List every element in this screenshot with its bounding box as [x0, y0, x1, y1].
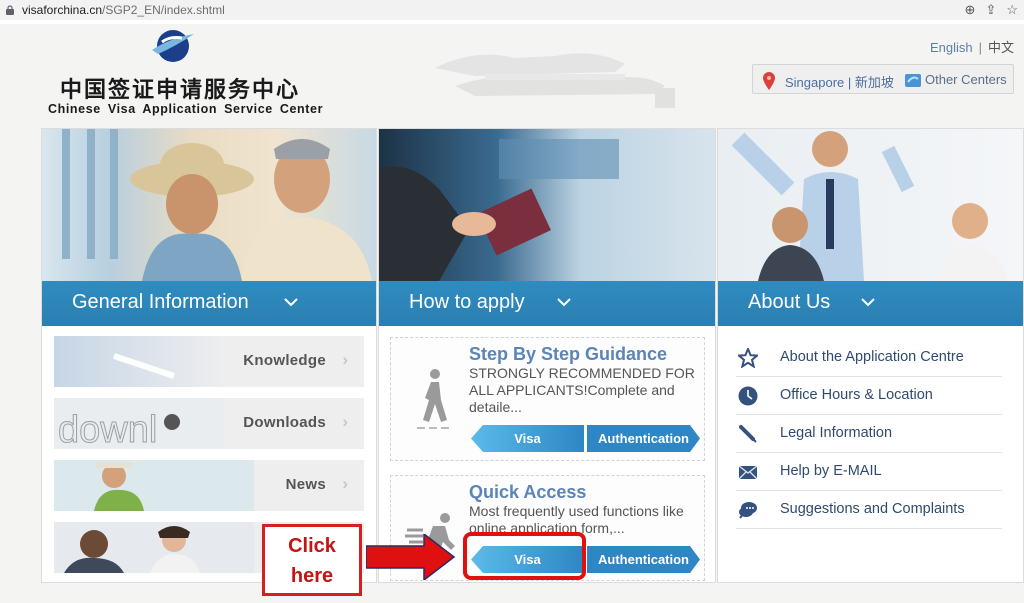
- lang-english-link[interactable]: English: [930, 40, 973, 55]
- general-information-title: General Information: [72, 291, 249, 313]
- knowledge-thumbnail: [54, 336, 224, 387]
- zoom-icon[interactable]: ⊕: [965, 2, 976, 18]
- about-us-title: About Us: [748, 291, 831, 313]
- about-us-tab[interactable]: About Us: [718, 281, 1023, 326]
- refresh-globe-icon: [905, 74, 921, 87]
- about-us-panel: About Us About the Application Centre Of…: [717, 128, 1024, 583]
- visa-label: Visa: [514, 431, 541, 446]
- share-icon[interactable]: ⇪: [985, 2, 996, 18]
- callout-line-2: here: [290, 565, 334, 587]
- general-information-tab[interactable]: General Information: [42, 281, 376, 326]
- authentication-label: Authentication: [598, 552, 689, 567]
- clock-icon: [738, 386, 758, 406]
- url-path: /SGP2_EN/index.shtml: [102, 3, 225, 17]
- center-selector: Singapore | 新加坡 Other Centers: [752, 64, 1014, 94]
- service-thumbnail: [54, 522, 254, 573]
- chevron-down-icon: [861, 298, 875, 307]
- about-application-centre-link[interactable]: About the Application Centre: [736, 339, 1002, 377]
- url-host: visaforchina.cn: [22, 3, 103, 17]
- downloads-link[interactable]: downl Downloads ›: [54, 398, 364, 449]
- step-by-step-buttons: Visa Authentication: [471, 425, 701, 452]
- current-center-link[interactable]: Singapore | 新加坡: [785, 72, 894, 91]
- logo-chinese-text: 中国签证申请服务中心: [60, 77, 301, 103]
- downloads-label: Downloads: [243, 414, 326, 431]
- office-hours-location-link[interactable]: Office Hours & Location: [736, 377, 1002, 415]
- chevron-down-icon: [284, 298, 298, 307]
- how-to-apply-title: How to apply: [409, 291, 525, 313]
- url-text[interactable]: visaforchina.cn/SGP2_EN/index.shtml: [22, 3, 225, 17]
- mail-icon: [738, 465, 758, 480]
- about-item-label: About the Application Centre: [780, 349, 964, 365]
- star-icon: [738, 348, 758, 368]
- about-item-label: Suggestions and Complaints: [780, 501, 965, 517]
- step-by-step-card: Step By Step Guidance STRONGLY RECOMMEND…: [390, 337, 705, 461]
- about-item-label: Legal Information: [780, 425, 893, 441]
- step-by-step-title[interactable]: Step By Step Guidance: [469, 344, 667, 365]
- pen-icon: [739, 425, 757, 443]
- knowledge-label: Knowledge: [243, 352, 326, 369]
- business-team-photo: [718, 129, 1023, 281]
- svg-text:downl: downl: [58, 409, 157, 449]
- legal-information-link[interactable]: Legal Information: [736, 415, 1002, 453]
- pointer-arrow-icon: [366, 534, 456, 580]
- suggestions-complaints-link[interactable]: Suggestions and Complaints: [736, 491, 1002, 529]
- walking-person-icon: [417, 369, 449, 429]
- quick-access-title[interactable]: Quick Access: [469, 482, 586, 503]
- help-by-email-link[interactable]: Help by E-MAIL: [736, 453, 1002, 491]
- quick-authentication-button[interactable]: Authentication: [587, 546, 700, 573]
- lang-separator: |: [978, 40, 982, 55]
- about-item-label: Office Hours & Location: [780, 387, 933, 403]
- location-pin-icon: [763, 72, 775, 90]
- star-icon[interactable]: ☆: [1006, 2, 1018, 18]
- browser-address-bar[interactable]: visaforchina.cn/SGP2_EN/index.shtml ⊕ ⇪ …: [0, 0, 1024, 22]
- step-visa-button[interactable]: Visa: [471, 425, 584, 452]
- news-link[interactable]: News ›: [54, 460, 364, 511]
- passport-photo: [379, 129, 715, 281]
- chevron-right-icon: ›: [342, 412, 348, 431]
- travelers-photo: [42, 129, 376, 281]
- general-information-panel: General Information Knowledge › downl Do…: [41, 128, 377, 583]
- lock-icon: [6, 5, 14, 15]
- chat-icon: [739, 502, 757, 519]
- temple-illustration: [435, 53, 675, 108]
- step-by-step-description: STRONGLY RECOMMENDED FOR ALL APPLICANTS!…: [469, 365, 695, 415]
- click-here-callout: Click here: [262, 524, 362, 596]
- language-switcher: English | 中文: [930, 37, 1014, 56]
- other-centers-link[interactable]: Other Centers: [925, 72, 1007, 87]
- callout-line-1: Click: [288, 535, 336, 557]
- lang-chinese-link[interactable]: 中文: [988, 40, 1014, 55]
- how-to-apply-panel: How to apply Step By Step Guidance STRON…: [378, 128, 716, 583]
- news-thumbnail: [54, 460, 254, 511]
- authentication-label: Authentication: [598, 431, 689, 446]
- step-authentication-button[interactable]: Authentication: [587, 425, 700, 452]
- visa-button-highlight: [463, 532, 586, 580]
- logo-english-text: Chinese Visa Application Service Center: [48, 102, 324, 116]
- page: 中国签证申请服务中心 Chinese Visa Application Serv…: [0, 24, 1024, 603]
- how-to-apply-tab[interactable]: How to apply: [379, 281, 715, 326]
- logo-icon: [152, 30, 194, 62]
- knowledge-link[interactable]: Knowledge ›: [54, 336, 364, 387]
- downloads-thumbnail: downl: [54, 398, 224, 449]
- about-item-label: Help by E-MAIL: [780, 463, 882, 479]
- chevron-right-icon: ›: [342, 474, 348, 493]
- chevron-right-icon: ›: [342, 350, 348, 369]
- news-label: News: [285, 476, 326, 493]
- chevron-down-icon: [557, 298, 571, 307]
